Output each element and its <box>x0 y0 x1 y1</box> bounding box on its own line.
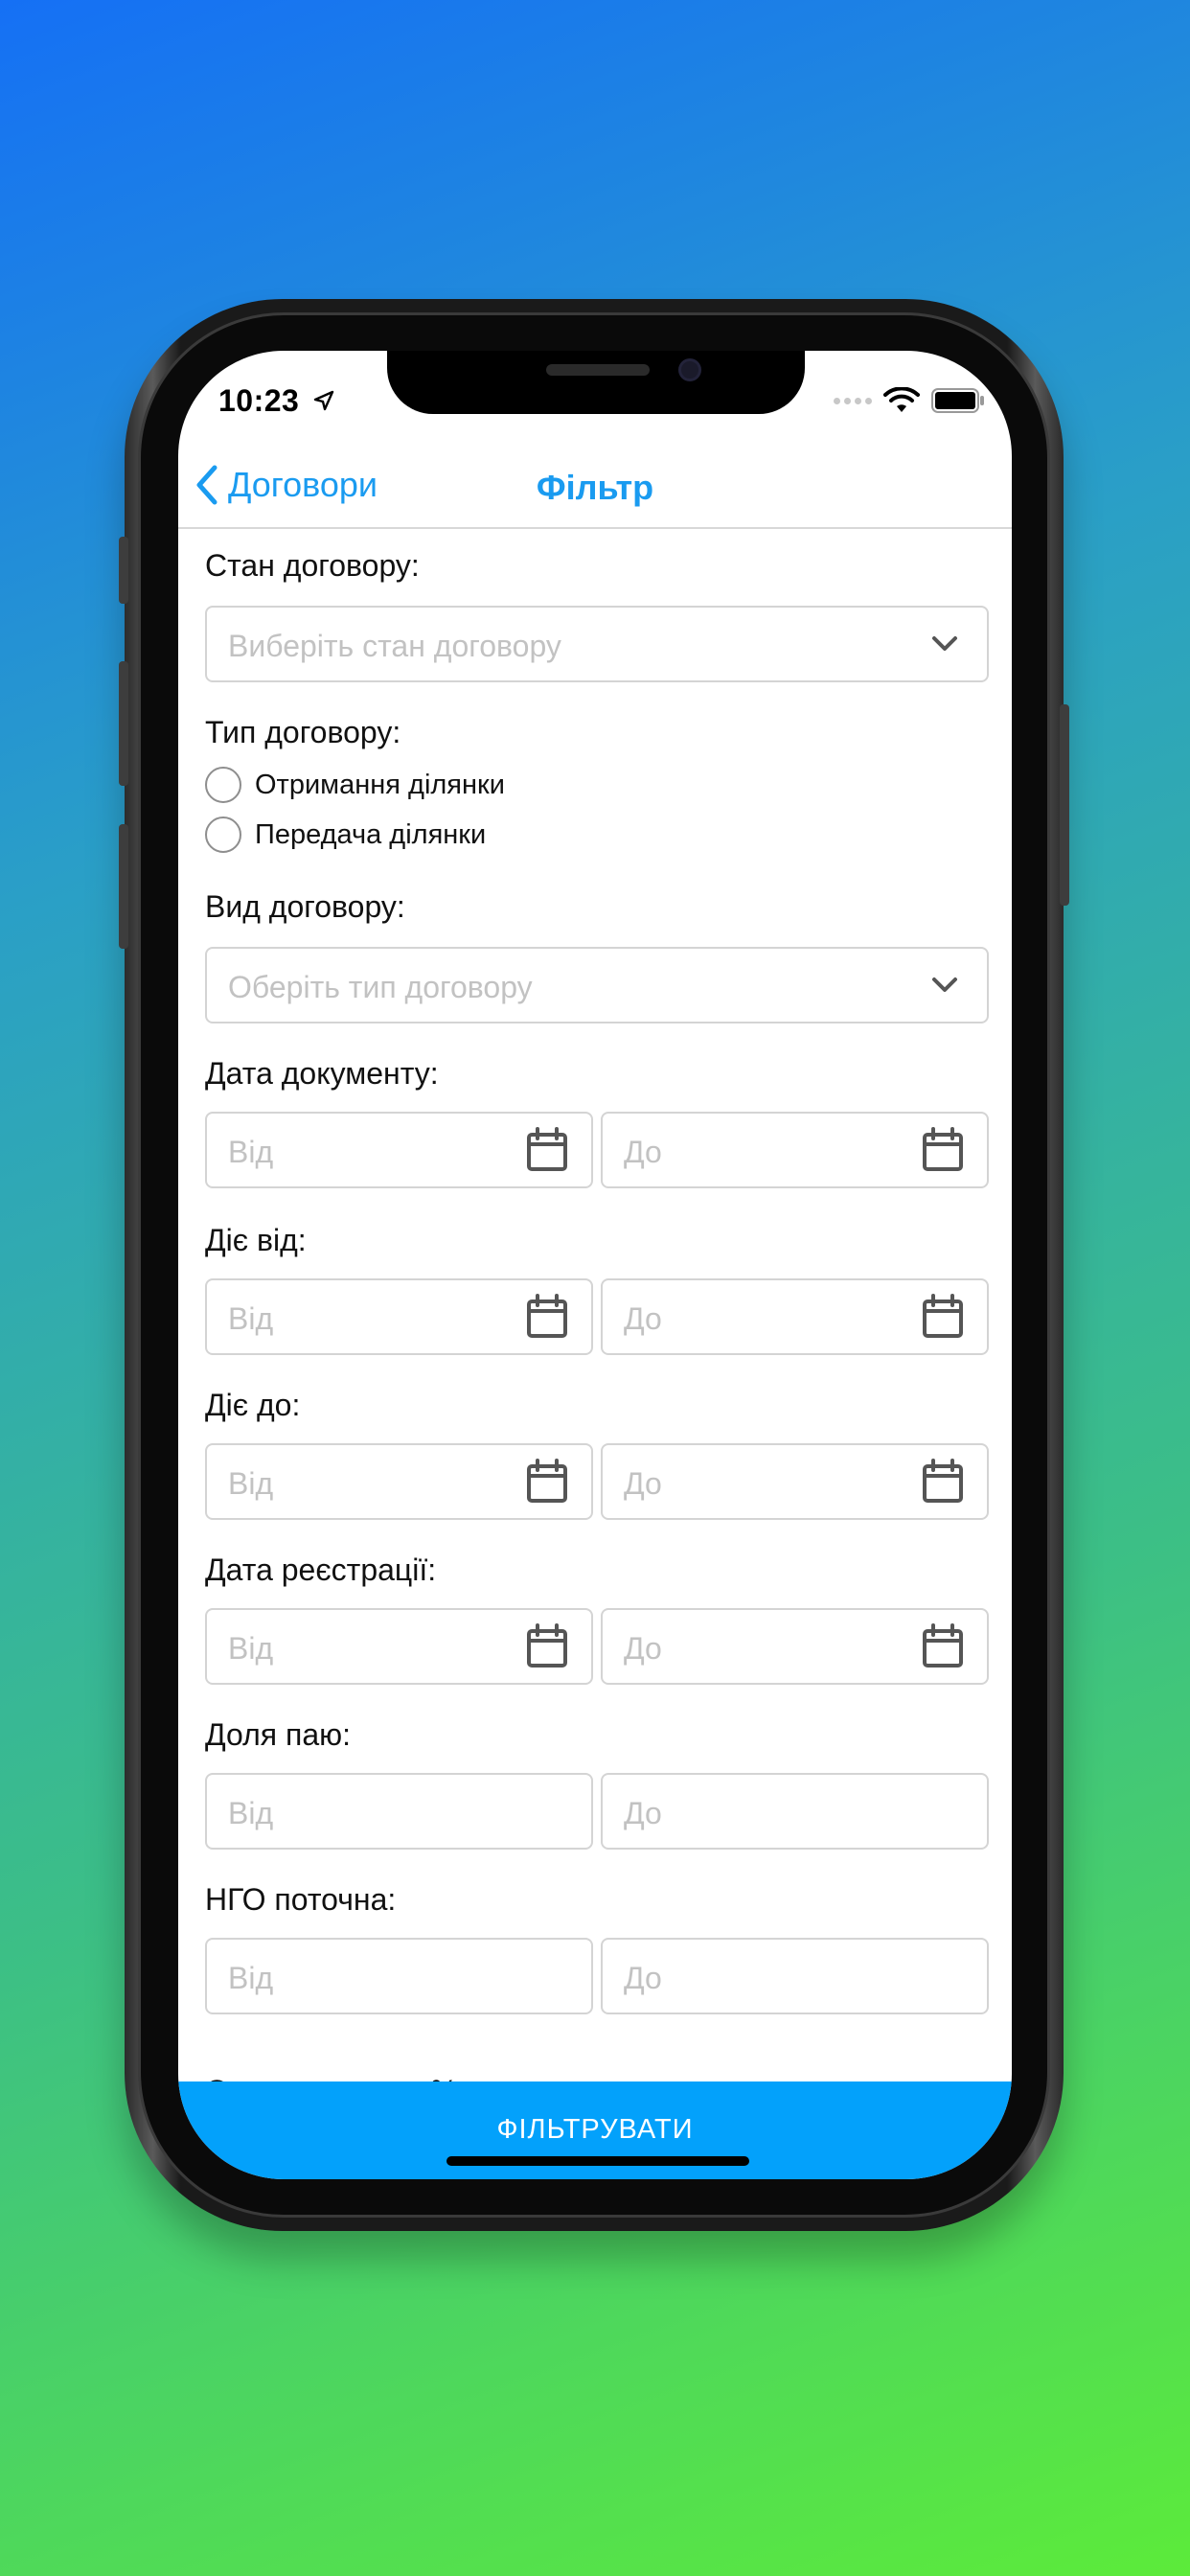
radio-receive-plot[interactable]: Отримання ділянки <box>205 767 505 803</box>
ngo-to-input[interactable]: До <box>601 1938 989 2014</box>
valid-to-to-placeholder: До <box>624 1466 662 1501</box>
speaker <box>546 364 650 376</box>
contract-type-label: Тип договору: <box>205 715 401 749</box>
radio-button[interactable] <box>205 816 241 853</box>
share-from-input[interactable]: Від <box>205 1773 593 1850</box>
battery-icon <box>931 388 984 413</box>
filter-button[interactable]: ФІЛЬТРУВАТИ <box>178 2082 1012 2179</box>
valid-to-label: Діє до: <box>205 1388 301 1422</box>
screen: 10:23 Договори Фільтр Стан договору: Виб… <box>178 351 1012 2179</box>
mute-switch <box>119 537 128 604</box>
radio-transfer-plot-label: Передача ділянки <box>255 818 487 850</box>
registration-date-from-placeholder: Від <box>228 1631 274 1666</box>
wifi-icon <box>883 387 920 412</box>
valid-to-from-placeholder: Від <box>228 1466 274 1501</box>
contract-state-select[interactable]: Виберіть стан договору <box>205 606 989 682</box>
valid-from-label: Діє від: <box>205 1223 307 1257</box>
valid-from-from-field[interactable]: Від <box>205 1278 593 1355</box>
ngo-label: НГО поточна: <box>205 1882 397 1917</box>
navigation-bar: Договори Фільтр <box>178 447 1012 529</box>
calendar-icon[interactable] <box>526 1459 568 1505</box>
contract-kind-placeholder: Оберіть тип договору <box>228 970 533 1004</box>
calendar-icon[interactable] <box>526 1294 568 1340</box>
calendar-icon[interactable] <box>526 1127 568 1173</box>
location-arrow-icon <box>313 390 334 411</box>
status-indicators <box>834 387 985 414</box>
home-indicator[interactable] <box>446 2156 749 2166</box>
document-date-to-field[interactable]: До <box>601 1112 989 1188</box>
radio-transfer-plot[interactable]: Передача ділянки <box>205 816 486 853</box>
power-button <box>1060 704 1069 906</box>
share-to-placeholder: До <box>624 1796 662 1830</box>
registration-date-from-field[interactable]: Від <box>205 1608 593 1685</box>
page-title: Фільтр <box>536 468 654 507</box>
calendar-icon[interactable] <box>526 1623 568 1669</box>
valid-from-from-placeholder: Від <box>228 1301 274 1336</box>
volume-down-button <box>119 824 128 949</box>
calendar-icon[interactable] <box>922 1127 964 1173</box>
calendar-icon[interactable] <box>922 1459 964 1505</box>
contract-kind-label: Вид договору: <box>205 889 405 924</box>
ngo-from-input[interactable]: Від <box>205 1938 593 2014</box>
registration-date-to-field[interactable]: До <box>601 1608 989 1685</box>
ngo-to-placeholder: До <box>624 1961 662 1995</box>
share-label: Доля паю: <box>205 1717 352 1752</box>
cellular-signal-icon <box>834 397 872 404</box>
contract-state-placeholder: Виберіть стан договору <box>228 629 561 663</box>
filter-button-label: ФІЛЬТРУВАТИ <box>496 2114 694 2145</box>
chevron-down-icon <box>932 636 957 651</box>
document-date-from-field[interactable]: Від <box>205 1112 593 1188</box>
share-to-input[interactable]: До <box>601 1773 989 1850</box>
calendar-icon[interactable] <box>922 1623 964 1669</box>
radio-receive-plot-label: Отримання ділянки <box>255 769 505 800</box>
ngo-from-placeholder: Від <box>228 1961 274 1995</box>
contract-state-label: Стан договору: <box>205 548 420 583</box>
valid-from-to-field[interactable]: До <box>601 1278 989 1355</box>
valid-from-to-placeholder: До <box>624 1301 662 1336</box>
radio-button[interactable] <box>205 767 241 803</box>
registration-date-label: Дата реєстрації: <box>205 1552 437 1587</box>
share-from-placeholder: Від <box>228 1796 274 1830</box>
volume-up-button <box>119 661 128 786</box>
camera <box>678 358 701 381</box>
notch <box>387 351 805 414</box>
valid-to-to-field[interactable]: До <box>601 1443 989 1520</box>
document-date-to-placeholder: До <box>624 1135 662 1169</box>
valid-to-from-field[interactable]: Від <box>205 1443 593 1520</box>
registration-date-to-placeholder: До <box>624 1631 662 1666</box>
calendar-icon[interactable] <box>922 1294 964 1340</box>
document-date-from-placeholder: Від <box>228 1135 274 1169</box>
chevron-down-icon <box>932 978 957 992</box>
status-time: 10:23 <box>218 383 300 418</box>
document-date-label: Дата документу: <box>205 1056 439 1091</box>
contract-kind-select[interactable]: Оберіть тип договору <box>205 947 989 1024</box>
